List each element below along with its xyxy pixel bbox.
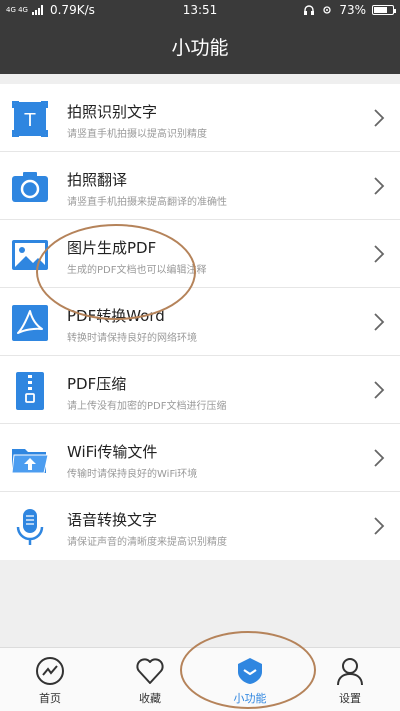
feature-subtitle: 请保证声音的清晰度来提高识别精度 <box>67 537 227 548</box>
tab-favorites[interactable]: 收藏 <box>100 648 200 711</box>
feature-title: PDF转换Word <box>67 307 165 325</box>
feature-subtitle: 请竖直手机拍摄来提高翻译的准确性 <box>67 197 227 208</box>
heart-icon <box>136 658 164 684</box>
tab-home[interactable]: 首页 <box>0 648 100 711</box>
battery-percent: 73% <box>339 3 366 17</box>
chevron-right-icon <box>374 381 385 399</box>
camera-icon <box>10 167 50 207</box>
image-icon <box>10 235 50 275</box>
feature-list: T 拍照识别文字 请竖直手机拍摄以提高识别精度 拍照翻译 请竖直手机拍摄来提高翻… <box>0 84 400 560</box>
feature-title: PDF压缩 <box>67 375 127 393</box>
home-icon <box>36 657 64 685</box>
chevron-right-icon <box>374 313 385 331</box>
feature-item-pdf-to-word[interactable]: PDF转换Word 转换时请保持良好的网络环境 <box>0 288 400 356</box>
battery-icon <box>372 5 396 15</box>
text-recognition-icon: T <box>10 99 50 139</box>
feature-title: WiFi传输文件 <box>67 443 158 461</box>
user-icon <box>337 658 363 686</box>
feature-title: 语音转换文字 <box>67 511 158 529</box>
feature-subtitle: 传输时请保持良好的WiFi环境 <box>67 469 198 480</box>
feature-item-text-recognition[interactable]: T 拍照识别文字 请竖直手机拍摄以提高识别精度 <box>0 84 400 152</box>
feature-item-photo-translate[interactable]: 拍照翻译 请竖直手机拍摄来提高翻译的准确性 <box>0 152 400 220</box>
tab-label: 小功能 <box>233 692 267 705</box>
chevron-right-icon <box>374 517 385 535</box>
vibrate-icon <box>323 6 331 14</box>
chevron-right-icon <box>374 245 385 263</box>
feature-subtitle: 生成的PDF文档也可以编辑注释 <box>67 265 207 276</box>
tab-tools[interactable]: 小功能 <box>200 648 300 711</box>
folder-upload-icon <box>10 439 50 479</box>
pdf-icon <box>10 303 50 343</box>
shield-icon <box>238 658 262 684</box>
feature-title: 拍照翻译 <box>67 171 128 189</box>
tab-label: 首页 <box>39 692 61 705</box>
tab-bar: 首页 收藏 小功能 设置 <box>0 647 400 711</box>
feature-title: 拍照识别文字 <box>67 103 158 121</box>
headset-icon <box>304 5 315 15</box>
feature-subtitle: 请上传没有加密的PDF文档进行压缩 <box>67 401 227 412</box>
tab-label: 设置 <box>339 692 361 705</box>
chevron-right-icon <box>374 449 385 467</box>
microphone-icon <box>10 507 50 547</box>
chevron-right-icon <box>374 109 385 127</box>
feature-item-wifi-transfer[interactable]: WiFi传输文件 传输时请保持良好的WiFi环境 <box>0 424 400 492</box>
svg-text:T: T <box>24 110 37 131</box>
chevron-right-icon <box>374 177 385 195</box>
zip-icon <box>10 371 50 411</box>
feature-item-voice-to-text[interactable]: 语音转换文字 请保证声音的清晰度来提高识别精度 <box>0 492 400 560</box>
feature-item-pdf-compress[interactable]: PDF压缩 请上传没有加密的PDF文档进行压缩 <box>0 356 400 424</box>
status-bar: 4G 4G 0.79K/s 13:51 73% <box>0 0 400 22</box>
feature-subtitle: 请竖直手机拍摄以提高识别精度 <box>67 129 207 140</box>
page-title: 小功能 <box>0 22 400 74</box>
tab-label: 收藏 <box>139 692 161 705</box>
feature-item-image-to-pdf[interactable]: 图片生成PDF 生成的PDF文档也可以编辑注释 <box>0 220 400 288</box>
feature-subtitle: 转换时请保持良好的网络环境 <box>67 333 197 344</box>
tab-settings[interactable]: 设置 <box>300 648 400 711</box>
feature-title: 图片生成PDF <box>67 239 157 257</box>
battery-level <box>374 7 387 13</box>
